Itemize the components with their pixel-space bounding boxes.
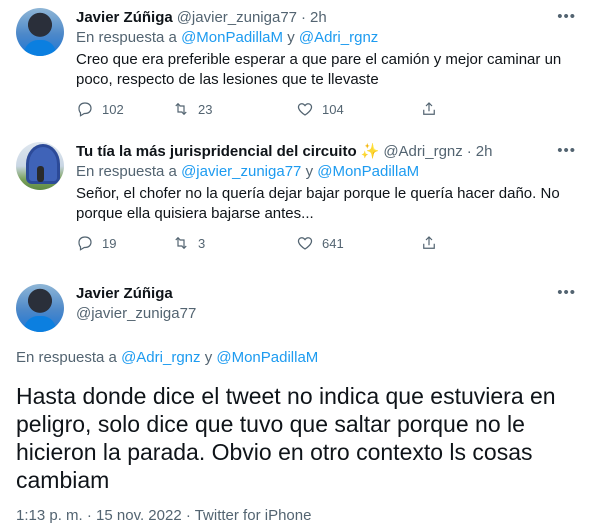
retweet-icon <box>175 102 187 116</box>
separator-dot: · <box>301 9 307 26</box>
retweet-count: 3 <box>198 235 206 251</box>
reply-button[interactable]: 102 <box>76 100 172 118</box>
tweet-reply-2[interactable]: Tu tía la más jurispridencial del circui… <box>0 134 592 274</box>
mention-link[interactable]: @MonPadillaM <box>216 349 318 366</box>
mention-link[interactable]: @MonPadillaM <box>181 29 283 46</box>
share-button[interactable] <box>420 100 438 118</box>
tweet-text: Señor, el chofer no la quería dejar baja… <box>76 185 560 222</box>
more-dots-icon[interactable]: ••• <box>557 284 576 301</box>
like-button[interactable]: 104 <box>296 100 420 118</box>
replying-to: En respuesta a @javier_zuniga77 y @MonPa… <box>76 163 420 180</box>
sparkles-icon: ✨ <box>360 143 380 160</box>
retweet-button[interactable]: 23 <box>172 100 296 118</box>
reply-icon <box>78 102 92 117</box>
main-tweet-header: Javier Zúñiga @javier_zuniga77 ••• <box>0 284 592 332</box>
tweet-text: Creo que era preferible esperar a que pa… <box>76 51 562 88</box>
author-handle[interactable]: @Adri_rgnz <box>383 142 462 162</box>
like-count: 104 <box>322 101 344 117</box>
main-tweet-text: Hasta donde dice el tweet no indica que … <box>16 383 556 493</box>
tweet-time[interactable]: 2h <box>310 8 327 28</box>
heart-icon <box>297 237 313 250</box>
retweet-button[interactable]: 3 <box>172 234 296 252</box>
retweet-count: 23 <box>198 101 213 117</box>
more-dots-icon[interactable]: ••• <box>557 142 576 159</box>
more-dots-icon[interactable]: ••• <box>557 8 576 25</box>
like-button[interactable]: 641 <box>296 234 420 252</box>
tweet-metadata[interactable]: 1:13 p. m. · 15 nov. 2022 · Twitter for … <box>0 506 592 526</box>
mention-link[interactable]: @Adri_rgnz <box>121 349 200 366</box>
replying-to: En respuesta a @MonPadillaM y @Adri_rgnz <box>76 29 379 46</box>
author-handle[interactable]: @javier_zuniga77 <box>76 304 196 324</box>
like-count: 641 <box>322 235 344 251</box>
avatar[interactable] <box>16 284 64 332</box>
reply-button[interactable]: 19 <box>76 234 172 252</box>
reply-icon <box>78 236 92 251</box>
separator-dot: · <box>466 143 472 160</box>
author-name[interactable]: Tu tía la más jurispridencial del circui… <box>76 142 357 162</box>
share-button[interactable] <box>420 234 438 252</box>
mention-link[interactable]: @Adri_rgnz <box>299 29 378 46</box>
tweet-time[interactable]: 2h <box>476 142 493 162</box>
author-handle[interactable]: @javier_zuniga77 <box>177 8 297 28</box>
heart-icon <box>297 103 313 116</box>
mention-link[interactable]: @MonPadillaM <box>317 163 419 180</box>
share-icon <box>423 102 435 115</box>
author-name[interactable]: Javier Zúñiga <box>76 8 173 28</box>
avatar[interactable] <box>16 142 64 190</box>
retweet-icon <box>175 236 187 250</box>
tweet-reply-1[interactable]: Javier Zúñiga @javier_zuniga77 · 2h En r… <box>0 0 592 134</box>
share-icon <box>423 236 435 249</box>
author-name[interactable]: Javier Zúñiga <box>76 284 196 304</box>
reply-count: 19 <box>102 235 117 251</box>
avatar[interactable] <box>16 8 64 56</box>
mention-link[interactable]: @javier_zuniga77 <box>181 163 301 180</box>
reply-count: 102 <box>102 101 124 117</box>
replying-to: En respuesta a @Adri_rgnz y @MonPadillaM <box>16 349 319 366</box>
